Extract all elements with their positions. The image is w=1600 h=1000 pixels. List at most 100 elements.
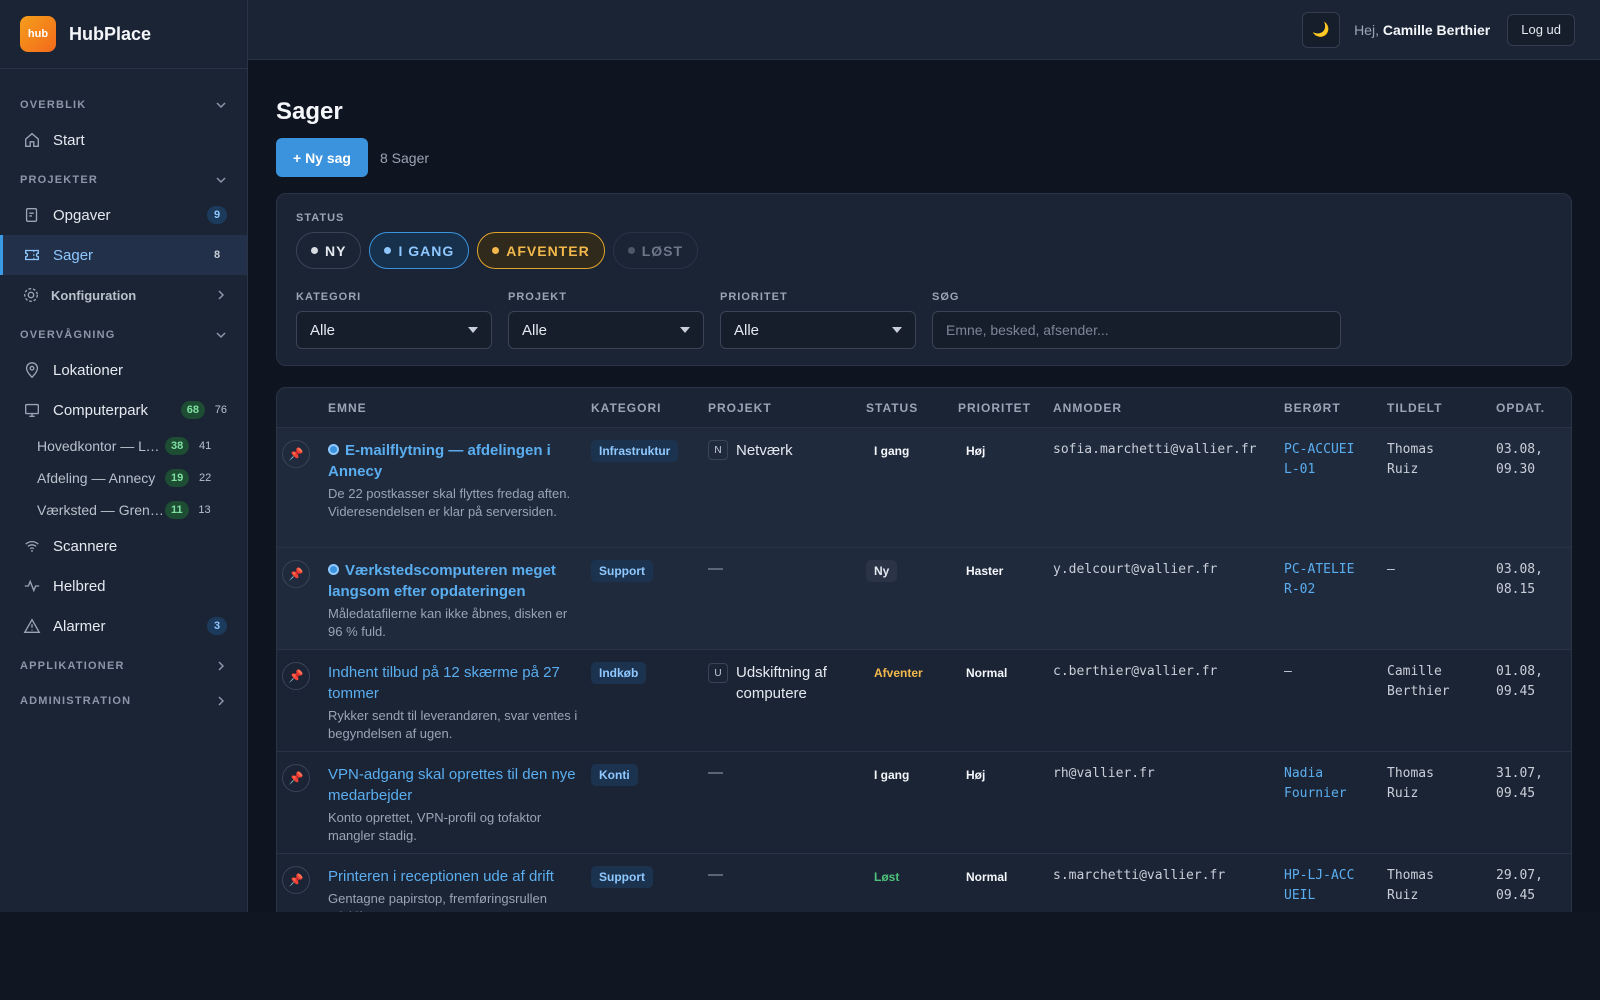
map-pin-icon bbox=[25, 362, 39, 379]
pin-icon[interactable]: 📌 bbox=[282, 866, 310, 894]
case-title-link[interactable]: E-mailflytning — afdelingen i Annecy bbox=[328, 440, 591, 482]
sidebar-item-label: Scannere bbox=[53, 537, 118, 555]
column-header-beroert[interactable]: BERØRT bbox=[1284, 401, 1387, 415]
assigned-cell: — bbox=[1387, 562, 1395, 577]
sidebar-item-scannere[interactable]: Scannere bbox=[0, 526, 247, 566]
projekt-select[interactable]: Alle bbox=[508, 311, 704, 349]
column-header-tildelt[interactable]: TILDELT bbox=[1387, 401, 1496, 415]
case-title-link[interactable]: VPN-adgang skal oprettes til den nye med… bbox=[328, 764, 591, 806]
priority-badge: Normal bbox=[966, 666, 1008, 680]
assigned-cell: Camille Berthier bbox=[1387, 664, 1450, 699]
subject-cell: E-mailflytning — afdelingen i Annecy De … bbox=[328, 440, 591, 521]
project-name: Netværk bbox=[736, 442, 793, 459]
sidebar-item-opgaver[interactable]: Opgaver 9 bbox=[0, 195, 247, 235]
case-description: De 22 postkasser skal flyttes fredag aft… bbox=[328, 486, 571, 519]
section-label: OVERVÅGNING bbox=[20, 328, 116, 341]
status-chip-igang[interactable]: I GANG bbox=[369, 232, 470, 269]
sidebar-subitem[interactable]: Værksted — Grenoble 11 13 bbox=[0, 494, 247, 526]
sidebar-item-computerpark[interactable]: Computerpark 68 76 bbox=[0, 390, 247, 430]
column-header-projekt[interactable]: PROJEKT bbox=[708, 401, 866, 415]
status-chip-ny[interactable]: NY bbox=[296, 232, 362, 269]
priority-badge: Høj bbox=[966, 768, 986, 782]
status-badge: Løst bbox=[874, 870, 900, 884]
prioritet-select[interactable]: Alle bbox=[720, 311, 916, 349]
priority-cell: Høj bbox=[958, 764, 1053, 786]
sidebar-item-label: Opgaver bbox=[53, 206, 111, 224]
sidebar-item-sager[interactable]: Sager 8 bbox=[0, 235, 247, 275]
affected-link[interactable]: HP-LJ-ACCUEIL bbox=[1284, 866, 1387, 906]
sidebar-subitem[interactable]: Afdeling — Annecy 19 22 bbox=[0, 462, 247, 494]
pin-cell: 📌 bbox=[277, 764, 328, 792]
column-header-status[interactable]: STATUS bbox=[866, 401, 958, 415]
status-cell: Løst bbox=[866, 866, 958, 888]
sidebar-subitem[interactable]: Hovedkontor — Lyon 38 41 bbox=[0, 430, 247, 462]
search-input[interactable] bbox=[932, 311, 1341, 349]
new-case-button[interactable]: + Ny sag bbox=[276, 138, 368, 177]
greeting-prefix: Hej, bbox=[1354, 21, 1379, 38]
requester-cell: y.delcourt@vallier.fr bbox=[1053, 562, 1218, 577]
select-value: Alle bbox=[734, 321, 760, 339]
affected-link[interactable]: PC-ACCUEIL-01 bbox=[1284, 440, 1387, 480]
sidebar-item-konfiguration[interactable]: Konfiguration bbox=[0, 275, 247, 315]
warning-icon bbox=[23, 618, 41, 633]
table-row[interactable]: 📌 E-mailflytning — afdelingen i Annecy D… bbox=[277, 428, 1571, 548]
section-overblik[interactable]: OVERBLIK bbox=[0, 89, 247, 120]
column-header-emne[interactable]: EMNE bbox=[328, 401, 591, 415]
pin-cell: 📌 bbox=[277, 440, 328, 468]
pin-icon[interactable]: 📌 bbox=[282, 764, 310, 792]
updated-cell: 03.08, 09.30 bbox=[1496, 442, 1543, 477]
project-cell: U Udskiftning af computere bbox=[708, 662, 866, 704]
section-label: PROJEKTER bbox=[20, 173, 99, 186]
case-title-link[interactable]: Printeren i receptionen ude af drift bbox=[328, 866, 591, 887]
requester-cell: rh@vallier.fr bbox=[1053, 766, 1155, 781]
select-value: Alle bbox=[522, 321, 548, 339]
column-header-kategori[interactable]: KATEGORI bbox=[591, 401, 708, 415]
table-row[interactable]: 📌 Printeren i receptionen ude af drift G… bbox=[277, 854, 1571, 912]
status-chip-lost[interactable]: LØST bbox=[612, 232, 699, 269]
cases-table: EMNE KATEGORI PROJEKT STATUS PRIORITET A… bbox=[276, 387, 1572, 912]
table-row[interactable]: 📌 Indhent tilbud på 12 skærme på 27 tomm… bbox=[277, 650, 1571, 752]
projekt-label: PROJEKT bbox=[508, 291, 567, 303]
brand[interactable]: hub HubPlace bbox=[0, 0, 247, 69]
sidebar-item-helbred[interactable]: Helbred bbox=[0, 566, 247, 606]
pin-icon[interactable]: 📌 bbox=[282, 560, 310, 588]
sidebar-item-alarmer[interactable]: Alarmer 3 bbox=[0, 606, 247, 646]
section-projekter[interactable]: PROJEKTER bbox=[0, 164, 247, 195]
table-row[interactable]: 📌 VPN-adgang skal oprettes til den nye m… bbox=[277, 752, 1571, 854]
chevron-right-icon bbox=[218, 695, 225, 706]
affected-link[interactable]: Nadia Fournier bbox=[1284, 764, 1387, 804]
pin-icon[interactable]: 📌 bbox=[282, 440, 310, 468]
affected-link[interactable]: PC-ATELIER-02 bbox=[1284, 560, 1387, 600]
case-title-link[interactable]: Indhent tilbud på 12 skærme på 27 tommer bbox=[328, 662, 591, 704]
section-applikationer[interactable]: APPLIKATIONER bbox=[0, 650, 247, 681]
sidebar-item-lokationer[interactable]: Lokationer bbox=[0, 350, 247, 390]
sidebar-item-start[interactable]: Start bbox=[0, 120, 247, 160]
column-header-anmoder[interactable]: ANMODER bbox=[1053, 401, 1284, 415]
section-administration[interactable]: ADMINISTRATION bbox=[0, 685, 247, 716]
pin-icon[interactable]: 📌 bbox=[282, 662, 310, 690]
moon-icon: 🌙 bbox=[1312, 21, 1330, 37]
theme-toggle-button[interactable]: 🌙 bbox=[1302, 11, 1341, 48]
status-dot bbox=[311, 247, 318, 254]
priority-badge: Høj bbox=[966, 444, 986, 458]
column-header-prioritet[interactable]: PRIORITET bbox=[958, 401, 1053, 415]
task-icon bbox=[25, 208, 38, 222]
unread-dot-icon bbox=[328, 444, 339, 455]
prioritet-label: PRIORITET bbox=[720, 291, 788, 303]
table-row[interactable]: 📌 Værkstedscomputeren meget langsom efte… bbox=[277, 548, 1571, 650]
chip-label: I GANG bbox=[398, 242, 455, 259]
project-cell: — bbox=[708, 560, 866, 578]
project-name: — bbox=[708, 764, 723, 781]
subitem-count: 13 bbox=[198, 504, 211, 516]
section-overvaagning[interactable]: OVERVÅGNING bbox=[0, 319, 247, 350]
logout-button[interactable]: Log ud bbox=[1507, 13, 1575, 46]
category-cell: Support bbox=[591, 866, 708, 888]
sidebar-item-label: Start bbox=[53, 131, 85, 149]
project-letter-icon: U bbox=[708, 663, 728, 683]
case-title-link[interactable]: Værkstedscomputeren meget langsom efter … bbox=[328, 560, 591, 602]
column-header-opdat[interactable]: OPDAT. bbox=[1496, 401, 1571, 415]
filter-row: KATEGORI Alle PROJEKT Alle PRIORITET All… bbox=[296, 291, 1552, 349]
computerpark-count: 76 bbox=[214, 404, 227, 416]
kategori-select[interactable]: Alle bbox=[296, 311, 492, 349]
status-chip-afventer[interactable]: AFVENTER bbox=[477, 232, 605, 269]
